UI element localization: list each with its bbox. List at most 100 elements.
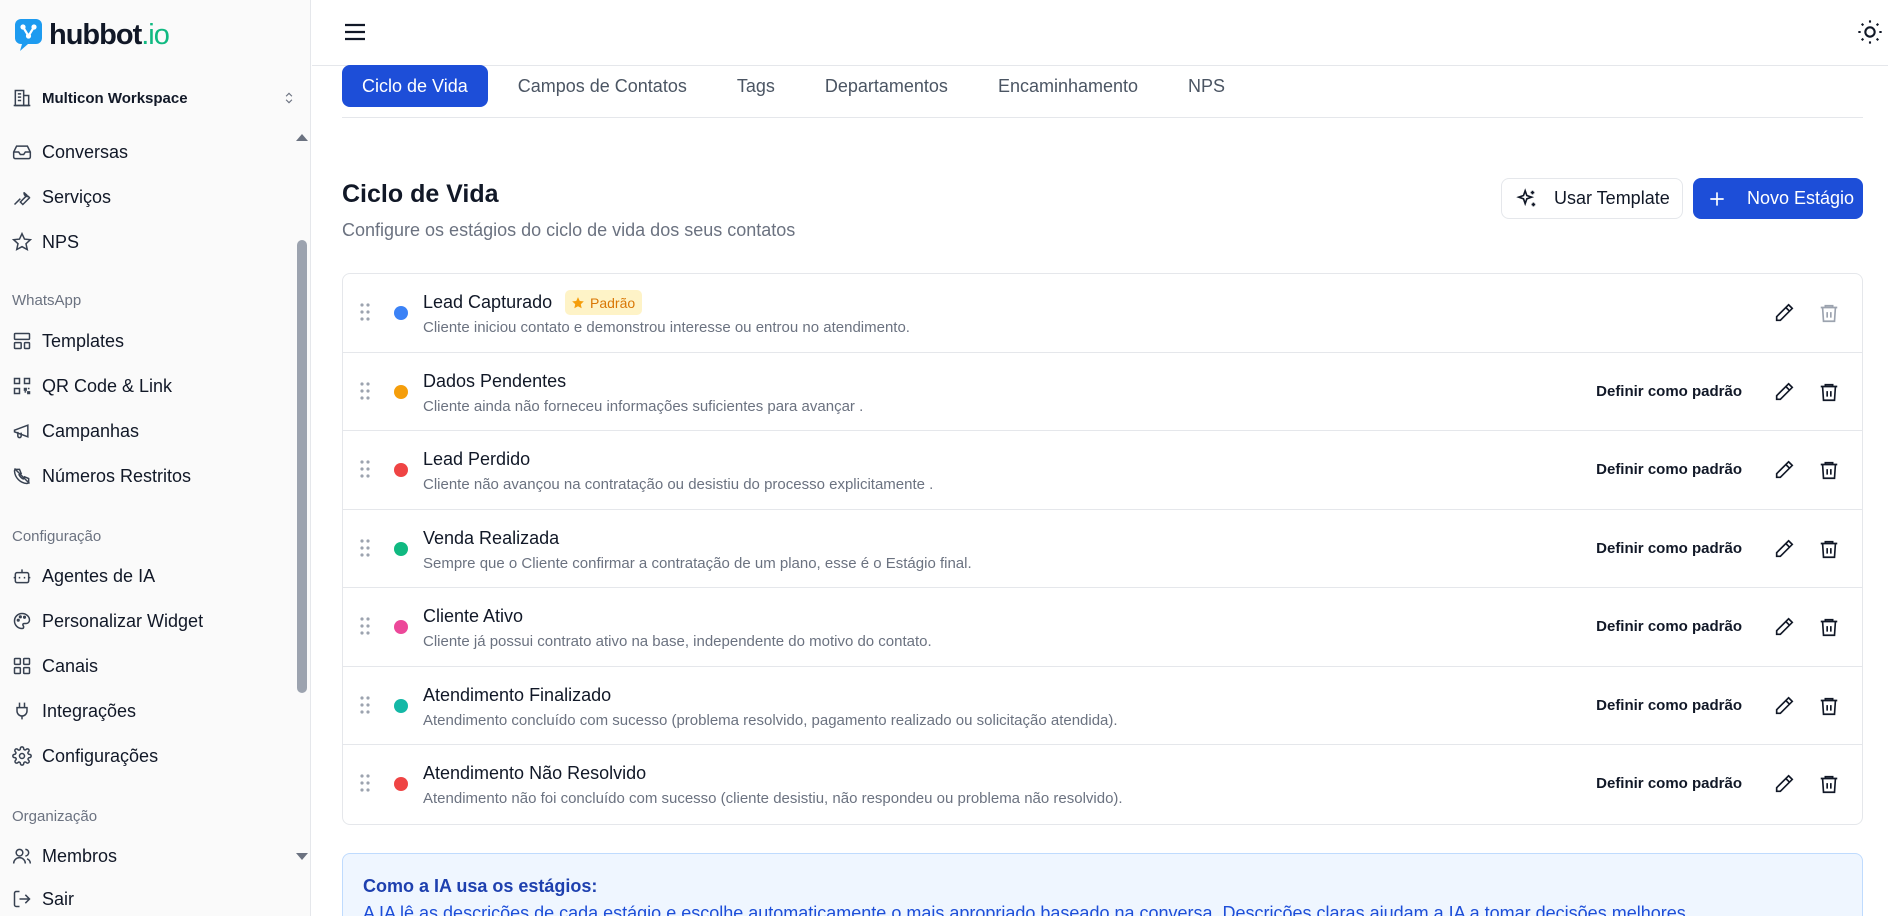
trash-icon[interactable] (1818, 616, 1840, 638)
sparkles-icon (1516, 187, 1536, 206)
stage-name: Lead Capturado (423, 292, 553, 312)
stage-list: Lead Capturado Cliente iniciou contato e … (342, 273, 1863, 825)
stage-color-dot (394, 698, 408, 713)
drag-handle-icon[interactable] (360, 460, 370, 478)
trash-icon[interactable] (1818, 773, 1840, 795)
set-default-button[interactable]: Definir como padrão (1596, 697, 1742, 714)
sidebar-item-conversas[interactable]: Conversas (12, 137, 128, 167)
workspace-name: Multicon Workspace (42, 89, 188, 107)
stage-color-dot (394, 541, 408, 556)
stage-color-dot (394, 306, 408, 320)
edit-icon[interactable] (1773, 302, 1795, 324)
use-template-button[interactable]: Usar Template (1501, 178, 1683, 219)
grid-icon (13, 657, 31, 675)
tab-ciclo-de-vida[interactable]: Ciclo de Vida (342, 65, 488, 107)
sidebar-item-membros[interactable]: Membros (12, 841, 117, 871)
drag-handle-icon[interactable] (360, 381, 370, 400)
top-bar (312, 0, 1888, 66)
stage-row: Dados Pendentes Cliente ainda não fornece… (343, 353, 1862, 431)
layout-template-icon (13, 332, 31, 350)
edit-icon[interactable] (1773, 538, 1795, 560)
sidebar-item-campanhas[interactable]: Campanhas (12, 416, 139, 446)
sidebar-item-servicos[interactable]: Serviços (12, 182, 111, 212)
plus-icon (1710, 191, 1724, 206)
trash-icon[interactable] (1818, 459, 1840, 481)
tab-departamentos[interactable]: Departamentos (805, 65, 968, 107)
set-default-button[interactable]: Definir como padrão (1596, 461, 1742, 478)
star-icon (12, 232, 32, 252)
stage-description: Atendimento concluído com sucesso (probl… (423, 711, 1118, 729)
stage-row: Lead Perdido Cliente não avançou na contr… (343, 431, 1862, 510)
edit-icon[interactable] (1773, 459, 1795, 481)
logout-icon (13, 890, 31, 908)
logout-button[interactable]: Sair (12, 884, 74, 914)
bot-icon (13, 569, 31, 584)
tab-tags[interactable]: Tags (717, 65, 795, 107)
drag-handle-icon[interactable] (360, 774, 370, 792)
stage-row: Cliente Ativo Cliente já possui contrato … (343, 588, 1862, 667)
sidebar-scrollbar[interactable] (297, 240, 307, 693)
stage-description: Sempre que o Cliente confirmar a contrat… (423, 554, 972, 572)
scroll-up-arrow[interactable] (296, 134, 308, 141)
workspace-switcher[interactable]: Multicon Workspace (12, 86, 296, 110)
stage-row: Lead Capturado Cliente iniciou contato e … (343, 274, 1862, 353)
hubbot-logo-icon (15, 19, 42, 51)
stage-description: Cliente já possui contrato ativo na base… (423, 633, 932, 650)
set-default-button[interactable]: Definir como padrão (1596, 540, 1742, 557)
tab-encaminhamento[interactable]: Encaminhamento (978, 65, 1158, 107)
sun-icon[interactable] (1856, 18, 1884, 46)
sidebar-item-agentes-ia[interactable]: Agentes de IA (12, 561, 155, 591)
sidebar-item-configuracoes[interactable]: Configurações (12, 741, 158, 771)
info-title: Como a IA usa os estágios: (363, 876, 598, 896)
chevrons-up-down-icon (285, 92, 293, 104)
set-default-button[interactable]: Definir como padrão (1596, 383, 1742, 400)
megaphone-icon (13, 424, 29, 439)
drag-handle-icon[interactable] (360, 303, 370, 321)
stage-description: Atendimento não foi concluído com sucess… (423, 790, 1123, 807)
sidebar-item-integracoes[interactable]: Integrações (12, 696, 136, 726)
stage-name: Dados Pendentes (423, 370, 567, 391)
sidebar-item-numeros-restritos[interactable]: Números Restritos (12, 461, 191, 491)
trash-icon[interactable] (1818, 381, 1840, 403)
building-icon (13, 89, 31, 107)
sidebar: hubbot.io Multicon Workspace Conversas S… (0, 0, 311, 916)
users-icon (12, 848, 32, 864)
stage-row: Venda Realizada Sempre que o Cliente conf… (343, 510, 1862, 588)
logo[interactable]: hubbot.io (14, 18, 170, 52)
sidebar-item-canais[interactable]: Canais (12, 651, 98, 681)
sidebar-item-templates[interactable]: Templates (12, 326, 124, 356)
scroll-down-arrow[interactable] (296, 853, 308, 860)
page-subtitle: Configure os estágios do ciclo de vida d… (342, 220, 796, 240)
edit-icon[interactable] (1773, 773, 1795, 795)
page-title: Ciclo de Vida (342, 180, 499, 208)
star-filled-icon (572, 296, 584, 308)
edit-icon[interactable] (1773, 616, 1795, 638)
set-default-button[interactable]: Definir como padrão (1596, 618, 1742, 635)
section-whatsapp: WhatsApp (12, 292, 82, 309)
tab-nps[interactable]: NPS (1168, 65, 1245, 107)
gear-icon (12, 746, 32, 766)
stage-color-dot (394, 463, 408, 477)
menu-icon[interactable] (342, 20, 368, 44)
drag-handle-icon[interactable] (360, 695, 370, 714)
drag-handle-icon[interactable] (360, 617, 370, 635)
sidebar-item-qr-code[interactable]: QR Code & Link (12, 371, 172, 401)
stage-name: Cliente Ativo (423, 606, 524, 626)
qr-code-icon (13, 377, 31, 395)
sidebar-item-nps[interactable]: NPS (12, 227, 79, 257)
edit-icon[interactable] (1773, 695, 1795, 717)
edit-icon[interactable] (1773, 381, 1795, 403)
stage-description: Cliente ainda não forneceu informações s… (423, 397, 864, 415)
sidebar-item-personalizar-widget[interactable]: Personalizar Widget (12, 606, 203, 636)
stage-row: Atendimento Finalizado Atendimento conclu… (343, 667, 1862, 745)
info-text: A IA lê as descrições de cada estágio e … (363, 903, 1691, 916)
wrench-icon (13, 192, 31, 206)
drag-handle-icon[interactable] (360, 538, 370, 557)
tab-campos-de-contatos[interactable]: Campos de Contatos (498, 65, 707, 107)
trash-icon[interactable] (1818, 302, 1840, 324)
new-stage-button[interactable]: Novo Estágio (1693, 178, 1863, 219)
trash-icon[interactable] (1818, 695, 1840, 717)
trash-icon[interactable] (1818, 538, 1840, 560)
set-default-button[interactable]: Definir como padrão (1596, 775, 1742, 792)
section-configuracao: Configuração (12, 528, 102, 545)
